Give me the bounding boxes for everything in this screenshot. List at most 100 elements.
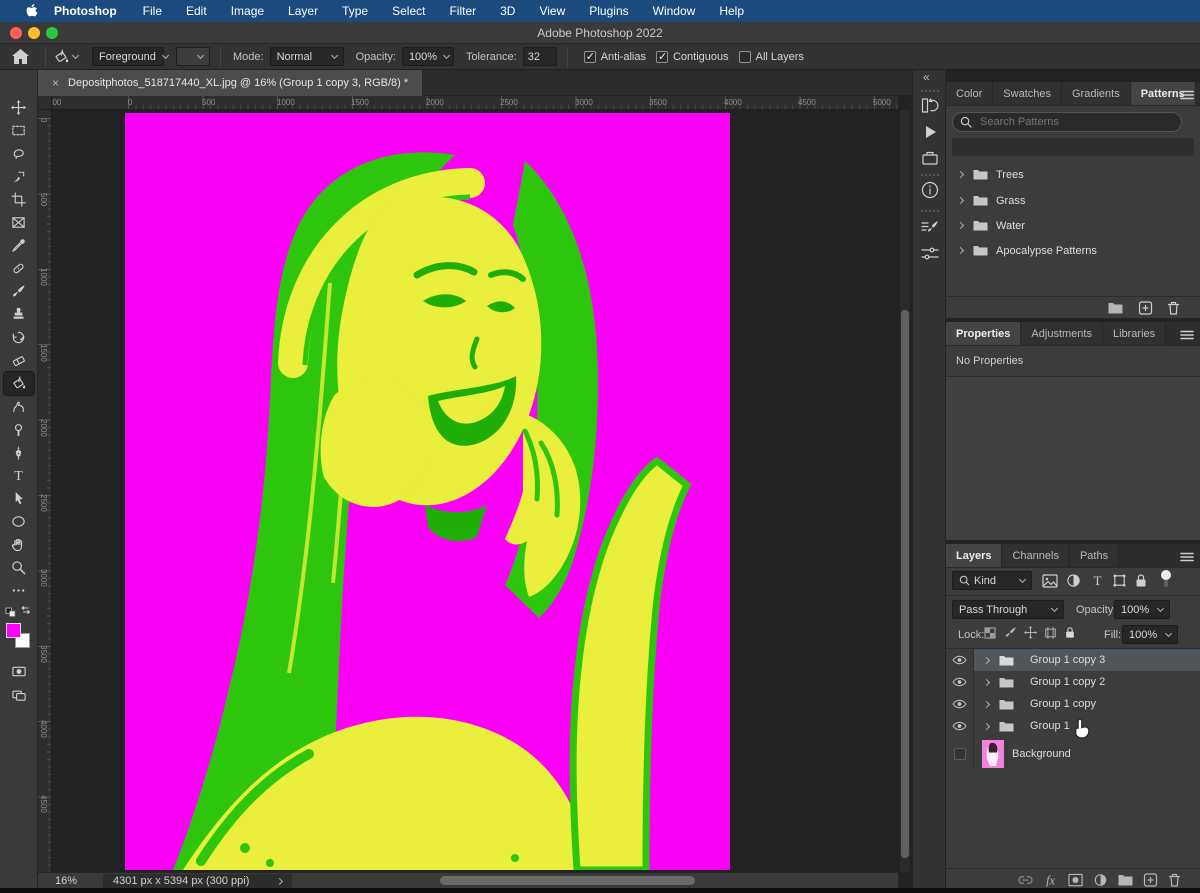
pen-tool[interactable]: [4, 441, 34, 464]
lasso-tool[interactable]: [4, 142, 34, 165]
pattern-picker-dropdown[interactable]: [176, 47, 210, 66]
layer-row-background[interactable]: Background: [946, 737, 1200, 771]
chevron-right-icon[interactable]: [957, 171, 964, 178]
pattern-search[interactable]: [952, 112, 1182, 132]
panel-menu-icon[interactable]: [1180, 90, 1194, 100]
menu-item-photoshop[interactable]: Photoshop: [54, 4, 117, 18]
layer-row-group-1-copy-3[interactable]: Group 1 copy 3: [946, 649, 1200, 671]
new-pattern-icon[interactable]: [1138, 301, 1153, 315]
link-layers-icon[interactable]: [1018, 873, 1033, 887]
menu-item-type[interactable]: Type: [342, 4, 368, 18]
add-mask-icon[interactable]: [1068, 873, 1083, 887]
anti-alias-checkbox[interactable]: [584, 51, 596, 63]
panel-menu-icon[interactable]: [1180, 330, 1194, 340]
tolerance-input[interactable]: [523, 47, 557, 66]
menu-item-view[interactable]: View: [539, 4, 565, 18]
eyedropper-tool[interactable]: [4, 234, 34, 257]
layer-row-group-1-copy[interactable]: Group 1 copy: [946, 693, 1200, 715]
visibility-toggle[interactable]: [946, 671, 974, 693]
frame-tool[interactable]: [4, 211, 34, 234]
menu-item-file[interactable]: File: [143, 4, 162, 18]
dodge-tool[interactable]: [4, 418, 34, 441]
filter-pixel-layers-icon[interactable]: [1042, 574, 1058, 588]
fill-source-dropdown[interactable]: Foreground: [92, 47, 164, 66]
home-icon[interactable]: [12, 49, 29, 64]
visibility-toggle[interactable]: [946, 693, 974, 715]
ellipse-shape-tool[interactable]: [4, 510, 34, 533]
delete-layer-icon[interactable]: [1167, 873, 1182, 887]
libraries-panel-icon[interactable]: [920, 148, 940, 168]
tab-color[interactable]: Color: [946, 82, 993, 105]
tab-channels[interactable]: Channels: [1002, 544, 1069, 567]
zoom-tool[interactable]: [4, 556, 34, 579]
contiguous-checkbox[interactable]: [656, 51, 668, 63]
vertical-ruler[interactable]: 0 500 1000 1500 2000 2500 3000 3500 4000…: [38, 96, 52, 872]
move-tool[interactable]: [4, 96, 34, 119]
pattern-folder-row[interactable]: Water: [946, 213, 1200, 238]
foreground-color-swatch[interactable]: [6, 623, 21, 638]
type-tool[interactable]: T: [4, 464, 34, 487]
pattern-folder-row[interactable]: Apocalypse Patterns: [946, 238, 1200, 263]
new-adjustment-layer-icon[interactable]: [1093, 873, 1108, 887]
lock-paint-icon[interactable]: [1004, 626, 1017, 639]
vertical-scrollbar-thumb[interactable]: [901, 310, 909, 858]
clone-stamp-tool[interactable]: [4, 303, 34, 326]
opacity-dropdown[interactable]: 100%: [402, 47, 454, 66]
menu-item-layer[interactable]: Layer: [288, 4, 318, 18]
chevron-right-icon[interactable]: [957, 222, 964, 229]
history-brush-tool[interactable]: [4, 326, 34, 349]
chevron-right-icon[interactable]: [983, 678, 990, 685]
tab-adjustments[interactable]: Adjustments: [1021, 322, 1103, 345]
menu-item-image[interactable]: Image: [231, 4, 264, 18]
document-tab[interactable]: × Depositphotos_518717440_XL.jpg @ 16% (…: [38, 70, 422, 96]
filter-shape-layers-icon[interactable]: [1112, 573, 1127, 588]
actions-panel-icon[interactable]: [920, 122, 940, 142]
brush-settings-panel-icon[interactable]: [920, 218, 940, 238]
tab-properties[interactable]: Properties: [946, 322, 1021, 345]
menu-item-edit[interactable]: Edit: [186, 4, 207, 18]
tab-swatches[interactable]: Swatches: [993, 82, 1062, 105]
tool-presets-panel-icon[interactable]: [920, 244, 940, 264]
visibility-toggle[interactable]: [946, 737, 974, 771]
chevron-right-icon[interactable]: [957, 247, 964, 254]
hand-tool[interactable]: [4, 533, 34, 556]
edit-toolbar-button[interactable]: [4, 579, 34, 602]
layer-thumbnail[interactable]: [982, 740, 1004, 768]
visibility-toggle[interactable]: [946, 649, 974, 671]
vertical-scrollbar[interactable]: [900, 110, 910, 872]
chevron-right-icon[interactable]: [983, 722, 990, 729]
lock-all-icon[interactable]: [1064, 626, 1076, 639]
zoom-level[interactable]: 16%: [55, 875, 77, 887]
quick-mask-button[interactable]: [4, 660, 34, 683]
layer-filter-toggle[interactable]: [1158, 570, 1174, 588]
apple-icon[interactable]: [26, 4, 39, 18]
collapse-panels-icon[interactable]: «: [923, 70, 930, 84]
brush-tool[interactable]: [4, 280, 34, 303]
rectangular-marquee-tool[interactable]: [4, 119, 34, 142]
paint-bucket-tool-icon[interactable]: [52, 49, 70, 65]
path-selection-tool[interactable]: [4, 487, 34, 510]
mode-dropdown[interactable]: Normal: [270, 47, 344, 66]
fill-dropdown[interactable]: 100%: [1122, 625, 1178, 644]
new-group-icon[interactable]: [1108, 301, 1123, 315]
tab-libraries[interactable]: Libraries: [1103, 322, 1166, 345]
new-group-icon[interactable]: [1118, 873, 1133, 887]
eraser-tool[interactable]: [4, 349, 34, 372]
crop-tool[interactable]: [4, 188, 34, 211]
object-selection-tool[interactable]: [4, 165, 34, 188]
layer-effects-icon[interactable]: fx: [1043, 873, 1058, 887]
trash-icon[interactable]: [1166, 301, 1181, 315]
lock-artboard-icon[interactable]: [1044, 627, 1057, 639]
lock-position-icon[interactable]: [1024, 626, 1037, 639]
pattern-folder-row[interactable]: Trees: [946, 162, 1200, 187]
spot-healing-brush-tool[interactable]: [4, 257, 34, 280]
filter-smart-objects-icon[interactable]: [1134, 573, 1148, 588]
panel-menu-icon[interactable]: [1180, 552, 1194, 562]
chevron-right-icon[interactable]: [276, 877, 283, 884]
menu-item-select[interactable]: Select: [392, 4, 425, 18]
screen-mode-button[interactable]: [4, 683, 34, 706]
close-tab-icon[interactable]: ×: [52, 76, 59, 90]
visibility-toggle[interactable]: [946, 715, 974, 737]
all-layers-checkbox[interactable]: [739, 51, 751, 63]
filter-adjustment-layers-icon[interactable]: [1066, 573, 1081, 588]
